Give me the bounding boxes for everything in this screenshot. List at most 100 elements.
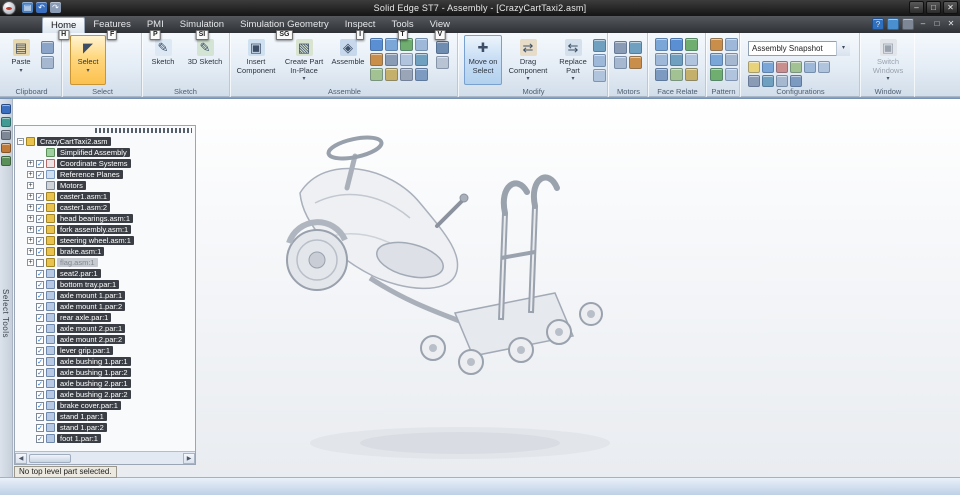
save-icon[interactable]: ▤ xyxy=(22,2,33,13)
motor-group-icon[interactable] xyxy=(614,56,627,69)
visibility-checkbox[interactable]: ✓ xyxy=(36,236,44,245)
minimize-button[interactable]: – xyxy=(909,1,924,14)
tree-item[interactable]: ✓ foot 1.par:1 xyxy=(15,433,195,444)
connect-relation-icon[interactable] xyxy=(385,53,398,66)
tree-item[interactable]: + ✓ head bearings.asm:1 xyxy=(15,213,195,224)
mirror-pattern-icon[interactable] xyxy=(725,38,738,51)
expand-icon[interactable]: + xyxy=(27,204,34,211)
scroll-left-arrow[interactable]: ◀ xyxy=(15,452,27,464)
show-all-icon[interactable] xyxy=(790,75,802,87)
insert-relation-icon[interactable] xyxy=(370,53,383,66)
rotate-component-icon[interactable] xyxy=(593,39,606,52)
tab-home[interactable]: Home H xyxy=(42,17,86,40)
pathfinder-horizontal-scrollbar[interactable]: ◀ ▶ xyxy=(15,451,195,464)
tab-simulation[interactable]: Simulation SI xyxy=(172,17,232,40)
layers-pane-icon[interactable] xyxy=(1,130,11,140)
tangent-face-icon[interactable] xyxy=(670,53,683,66)
expand-icon[interactable]: + xyxy=(27,160,34,167)
visibility-checkbox[interactable]: ✓ xyxy=(36,247,44,256)
tab-inspect[interactable]: Inspect I xyxy=(337,17,384,40)
linear-motor-icon[interactable] xyxy=(629,41,642,54)
collapse-icon[interactable]: − xyxy=(17,138,24,145)
expand-icon[interactable]: + xyxy=(27,248,34,255)
tree-item[interactable]: ✓ axle bushing 1.par:1 xyxy=(15,356,195,367)
pattern-along-curve-icon[interactable] xyxy=(710,68,723,81)
tree-item[interactable]: + ✓ caster1.asm:1 xyxy=(15,191,195,202)
mate-face-icon[interactable] xyxy=(670,38,683,51)
hide-all-icon[interactable] xyxy=(776,75,788,87)
visibility-checkbox[interactable]: ✓ xyxy=(36,412,44,421)
gear-relation-icon[interactable] xyxy=(400,68,413,81)
planar-align-face-icon[interactable] xyxy=(685,38,698,51)
visibility-checkbox[interactable]: ✓ xyxy=(36,390,44,399)
visibility-checkbox[interactable]: ✓ xyxy=(36,203,44,212)
capture-fit-icon[interactable] xyxy=(436,41,449,54)
display-configuration-icon[interactable] xyxy=(804,61,816,73)
tree-item[interactable]: + Motors xyxy=(15,180,195,191)
visibility-checkbox[interactable]: ✓ xyxy=(36,335,44,344)
angle-face-icon[interactable] xyxy=(685,53,698,66)
visibility-checkbox[interactable]: ✓ xyxy=(36,225,44,234)
tree-item[interactable]: ✓ axle mount 2.par:1 xyxy=(15,323,195,334)
doc-close-button[interactable]: ✕ xyxy=(945,18,957,30)
switch-windows-button[interactable]: ▣ Switch Windows ▾ xyxy=(868,35,908,85)
visibility-checkbox[interactable]: ✓ xyxy=(36,368,44,377)
tree-item[interactable]: ✓ axle mount 1.par:2 xyxy=(15,301,195,312)
assembly-3d-model[interactable] xyxy=(205,108,785,478)
delete-pattern-icon[interactable] xyxy=(725,68,738,81)
tab-view[interactable]: View V xyxy=(422,17,458,40)
center-plane-face-icon[interactable] xyxy=(655,68,668,81)
rotation-motor-icon[interactable] xyxy=(614,41,627,54)
tab-pmi[interactable]: PMI P xyxy=(139,17,172,40)
zones-icon[interactable] xyxy=(790,61,802,73)
visibility-checkbox[interactable] xyxy=(36,258,44,267)
tree-item[interactable]: ✓ axle bushing 2.par:1 xyxy=(15,378,195,389)
adjust-component-icon[interactable] xyxy=(593,69,606,82)
configuration-dropdown-arrow[interactable]: ▾ xyxy=(836,41,850,56)
tree-item[interactable]: ✓ seat2.par:1 xyxy=(15,268,195,279)
tree-item[interactable]: ✓ lever grip.par:1 xyxy=(15,345,195,356)
move-on-select-button[interactable]: ✚ Move on Select xyxy=(464,35,502,85)
visibility-checkbox[interactable]: ✓ xyxy=(36,214,44,223)
parallel-relation-icon[interactable] xyxy=(385,68,398,81)
visibility-checkbox[interactable]: ✓ xyxy=(36,313,44,322)
snapshot-icon[interactable] xyxy=(748,75,760,87)
selection-tools-pane-icon[interactable] xyxy=(1,156,11,166)
rigid-set-icon[interactable] xyxy=(670,68,683,81)
visibility-checkbox[interactable]: ✓ xyxy=(36,423,44,432)
update-configuration-icon[interactable] xyxy=(818,61,830,73)
visibility-checkbox[interactable]: ✓ xyxy=(36,269,44,278)
tab-tools[interactable]: Tools T xyxy=(383,17,421,40)
visibility-checkbox[interactable]: ✓ xyxy=(36,302,44,311)
sketch-button[interactable]: ✎ Sketch xyxy=(144,35,182,85)
tree-item[interactable]: ✓ stand 1.par:2 xyxy=(15,422,195,433)
mirror-components-icon[interactable] xyxy=(593,54,606,67)
scrollbar-thumb[interactable] xyxy=(29,453,71,463)
scroll-right-arrow[interactable]: ▶ xyxy=(183,452,195,464)
visibility-checkbox[interactable]: ✓ xyxy=(36,324,44,333)
options-icon[interactable] xyxy=(436,56,449,69)
tree-root-item[interactable]: − CrazyCartTaxi2.asm xyxy=(15,136,195,147)
doc-restore-button[interactable]: □ xyxy=(931,18,943,30)
center-plane-icon[interactable] xyxy=(415,68,428,81)
tree-item[interactable]: ✓ axle bushing 2.par:2 xyxy=(15,389,195,400)
cut-icon[interactable] xyxy=(41,41,54,54)
mate-relation-icon[interactable] xyxy=(385,38,398,51)
visibility-checkbox[interactable]: ✓ xyxy=(36,170,44,179)
expand-icon[interactable]: + xyxy=(27,171,34,178)
delete-configuration-icon[interactable] xyxy=(776,61,788,73)
replace-part-button[interactable]: ⇆ Replace Part ▾ xyxy=(554,35,592,85)
expand-icon[interactable]: + xyxy=(27,215,34,222)
expand-icon[interactable]: + xyxy=(27,193,34,200)
screen-layout-icon[interactable] xyxy=(902,18,914,30)
insert-component-button[interactable]: ▣ Insert Component xyxy=(234,35,278,85)
sensors-pane-icon[interactable] xyxy=(1,143,11,153)
visibility-checkbox[interactable]: ✓ xyxy=(36,192,44,201)
panel-drag-grip[interactable] xyxy=(95,128,192,133)
tree-item[interactable]: + ✓ caster1.asm:2 xyxy=(15,202,195,213)
pattern-components-icon[interactable] xyxy=(710,38,723,51)
open-configuration-icon[interactable] xyxy=(748,61,760,73)
undo-icon[interactable]: ↶ xyxy=(36,2,47,13)
configuration-dropdown[interactable]: Assembly Snapshot xyxy=(748,41,850,56)
tree-item[interactable]: + ✓ Coordinate Systems xyxy=(15,158,195,169)
